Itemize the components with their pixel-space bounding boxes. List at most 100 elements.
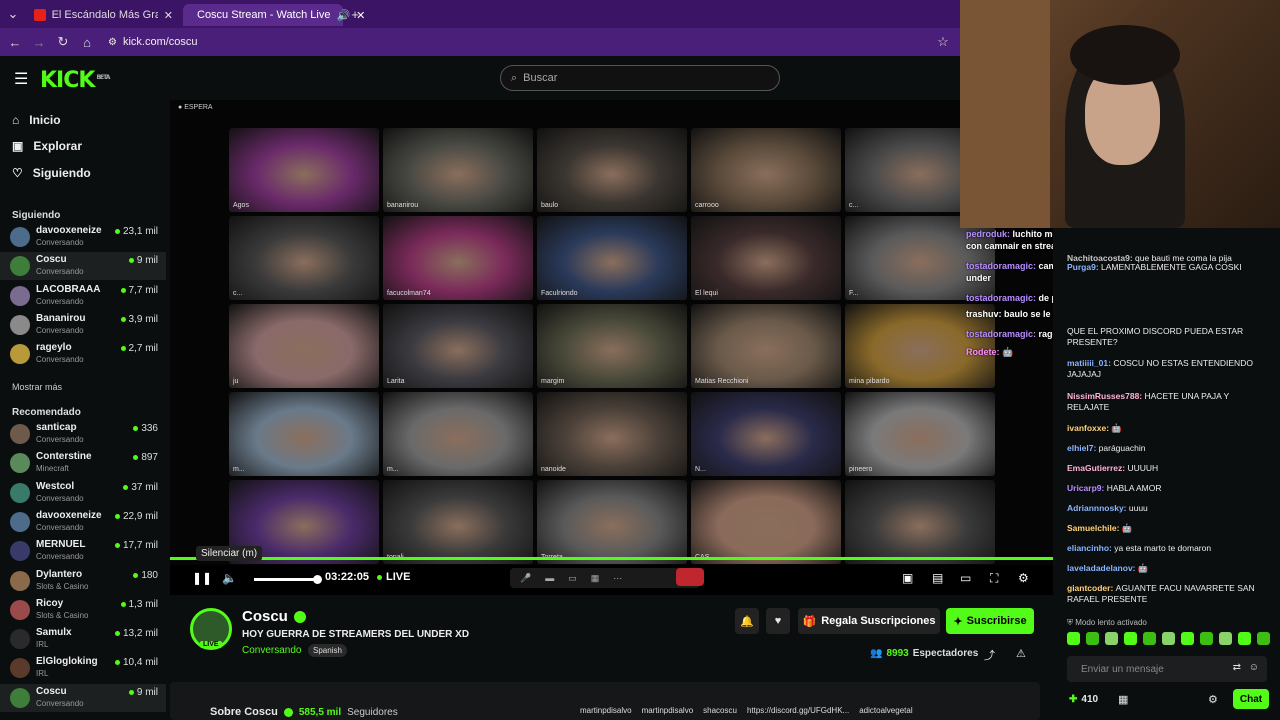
- home-icon[interactable]: ⌂: [76, 31, 98, 53]
- hangup-icon[interactable]: [676, 568, 704, 586]
- chat-settings-icon[interactable]: ⚙: [1208, 693, 1218, 706]
- menu-icon[interactable]: ☰: [14, 69, 28, 89]
- chat-username[interactable]: Adriannnosky:: [1067, 503, 1129, 513]
- chat-username[interactable]: trashuv:: [966, 309, 1004, 319]
- chat-username[interactable]: elhiel7:: [1067, 443, 1099, 453]
- channel-name[interactable]: Coscu: [242, 608, 288, 625]
- emote-icon[interactable]: [1086, 632, 1099, 645]
- translate-icon[interactable]: ⇄: [1233, 662, 1241, 673]
- category-link[interactable]: Conversando: [242, 645, 301, 656]
- progress-bar[interactable]: [170, 557, 1053, 560]
- chat-username[interactable]: ivanfoxxe:: [1067, 423, 1111, 433]
- emote-icon[interactable]: [1124, 632, 1137, 645]
- channel-row[interactable]: Westcol Conversando 37 mil: [0, 479, 166, 507]
- volume-knob[interactable]: [312, 575, 322, 584]
- social-link[interactable]: martinpdisalvo: [580, 706, 632, 715]
- camera-icon[interactable]: ▬: [545, 573, 554, 583]
- social-link[interactable]: martinpdisalvo: [642, 706, 694, 715]
- channel-row[interactable]: santicap Conversando 336: [0, 420, 166, 448]
- chat-send-button[interactable]: Chat: [1233, 689, 1269, 709]
- channel-row[interactable]: Samulx IRL 13,2 mil: [0, 625, 166, 653]
- channel-row[interactable]: LACOBRAAA Conversando 7,7 mil: [0, 282, 166, 310]
- chat-username[interactable]: giantcoder:: [1067, 583, 1116, 593]
- emoji-icon[interactable]: ☺: [1249, 662, 1259, 673]
- chat-username[interactable]: tostadoramagic:: [966, 261, 1039, 271]
- nav-siguiendo[interactable]: ♡ Siguiendo: [12, 166, 91, 180]
- emote-icon[interactable]: [1162, 632, 1175, 645]
- social-link[interactable]: adictoalvegetal: [859, 706, 912, 715]
- back-icon[interactable]: ←: [4, 31, 26, 53]
- report-icon[interactable]: ⚠: [1016, 647, 1026, 660]
- emote-icon[interactable]: [1238, 632, 1251, 645]
- emote-icon[interactable]: [1105, 632, 1118, 645]
- tab-kick[interactable]: Coscu Stream - Watch Live 🔊 ✕: [183, 4, 365, 26]
- emote-icon[interactable]: [1200, 632, 1213, 645]
- channel-row[interactable]: Conterstine Minecraft 897: [0, 449, 166, 477]
- emote-icon[interactable]: [1143, 632, 1156, 645]
- channel-row[interactable]: MERNUEL Conversando 17,7 mil: [0, 537, 166, 565]
- mic-icon[interactable]: 🎤: [520, 573, 531, 584]
- channel-row[interactable]: Bananirou Conversando 3,9 mil: [0, 311, 166, 339]
- pip-icon[interactable]: ▣: [902, 571, 913, 585]
- tab-youtube[interactable]: El Escándalo Más Grande en la ✕: [26, 4, 181, 26]
- channel-row[interactable]: Coscu Conversando 9 mil: [0, 252, 166, 281]
- points-display[interactable]: ✚ 410: [1069, 694, 1098, 705]
- chat-input[interactable]: Enviar un mensaje ⇄ ☺: [1067, 656, 1267, 682]
- kick-logo[interactable]: KICK BETA: [40, 68, 110, 93]
- chat-username[interactable]: matiiiii_01:: [1067, 358, 1113, 368]
- close-icon[interactable]: ✕: [164, 9, 173, 22]
- search-input[interactable]: ⌕ Buscar: [500, 65, 780, 91]
- tab-list-icon[interactable]: ⌄: [2, 3, 24, 25]
- channel-row[interactable]: Coscu Conversando 9 mil: [0, 683, 166, 712]
- url-field[interactable]: ⚙ kick.com/coscu: [108, 33, 948, 51]
- heart-follow-icon[interactable]: ♥: [766, 608, 790, 634]
- emote-icon[interactable]: [1257, 632, 1270, 645]
- social-link[interactable]: shacoscu: [703, 706, 737, 715]
- show-more-link[interactable]: Mostrar más: [12, 382, 62, 392]
- channel-row[interactable]: davooxeneize Conversando 22,9 mil: [0, 508, 166, 536]
- reload-icon[interactable]: ↻: [52, 31, 74, 53]
- settings-gear-icon[interactable]: ⚙: [1018, 571, 1029, 585]
- bookmark-star-icon[interactable]: ☆: [932, 31, 954, 53]
- theater-icon[interactable]: ▭: [960, 571, 971, 585]
- nav-explorar[interactable]: ▣ Explorar: [12, 139, 82, 153]
- chat-username[interactable]: tostadoramagic:: [966, 329, 1039, 339]
- channel-row[interactable]: Dylantero Slots & Casino 180: [0, 567, 166, 595]
- grid-icon[interactable]: ▦: [591, 573, 600, 584]
- channel-row[interactable]: ElGlogloking IRL 10,4 mil: [0, 654, 166, 682]
- forward-icon[interactable]: →: [28, 31, 50, 53]
- bell-icon[interactable]: 🔔: [735, 608, 759, 634]
- chat-username[interactable]: Rodete:: [966, 347, 1002, 357]
- volume-slider[interactable]: [254, 575, 322, 584]
- store-icon[interactable]: ▦: [1118, 693, 1128, 706]
- live-indicator[interactable]: LIVE: [377, 571, 410, 583]
- channel-row[interactable]: rageylo Conversando 2,7 mil: [0, 340, 166, 368]
- gift-subs-button[interactable]: 🎁 Regala Suscripciones: [798, 608, 940, 634]
- channel-row[interactable]: davooxeneize Conversando 23,1 mil: [0, 223, 166, 251]
- chat-username[interactable]: tostadoramagic:: [966, 293, 1039, 303]
- video-player[interactable]: ● ESPERA Agos bananirou baulo carrooo c... c.…: [170, 100, 1053, 570]
- chat-username[interactable]: laveladadelanov:: [1067, 563, 1138, 573]
- screen-share-icon[interactable]: ▭: [568, 573, 577, 584]
- language-tag[interactable]: Spanish: [308, 644, 347, 657]
- chat-username[interactable]: EmaGutierrez:: [1067, 463, 1127, 473]
- more-icon[interactable]: ⋯: [613, 573, 622, 584]
- chat-username[interactable]: Purga9:: [1067, 262, 1101, 272]
- emote-icon[interactable]: [1067, 632, 1080, 645]
- subscribe-button[interactable]: ✦ Suscribirse: [946, 608, 1034, 634]
- chat-username[interactable]: Samuelchile:: [1067, 523, 1122, 533]
- nav-inicio[interactable]: ⌂ Inicio: [12, 113, 61, 127]
- site-info-icon[interactable]: ⚙: [108, 37, 117, 48]
- social-link[interactable]: https://discord.gg/UFGdHK...: [747, 706, 849, 715]
- chat-username[interactable]: Uricarp9:: [1067, 483, 1107, 493]
- pause-icon[interactable]: ❚❚: [192, 571, 212, 585]
- clip-icon[interactable]: ▤: [932, 571, 943, 585]
- share-icon[interactable]: ⤴: [984, 647, 995, 663]
- fullscreen-icon[interactable]: ⛶: [990, 571, 998, 586]
- emote-icon[interactable]: [1181, 632, 1194, 645]
- chat-username[interactable]: pedroduk:: [966, 229, 1013, 239]
- chat-username[interactable]: NissimRusses788:: [1067, 391, 1145, 401]
- volume-icon[interactable]: 🔈: [222, 571, 237, 585]
- channel-row[interactable]: Ricoy Slots & Casino 1,3 mil: [0, 596, 166, 624]
- new-tab-icon[interactable]: +: [344, 3, 366, 25]
